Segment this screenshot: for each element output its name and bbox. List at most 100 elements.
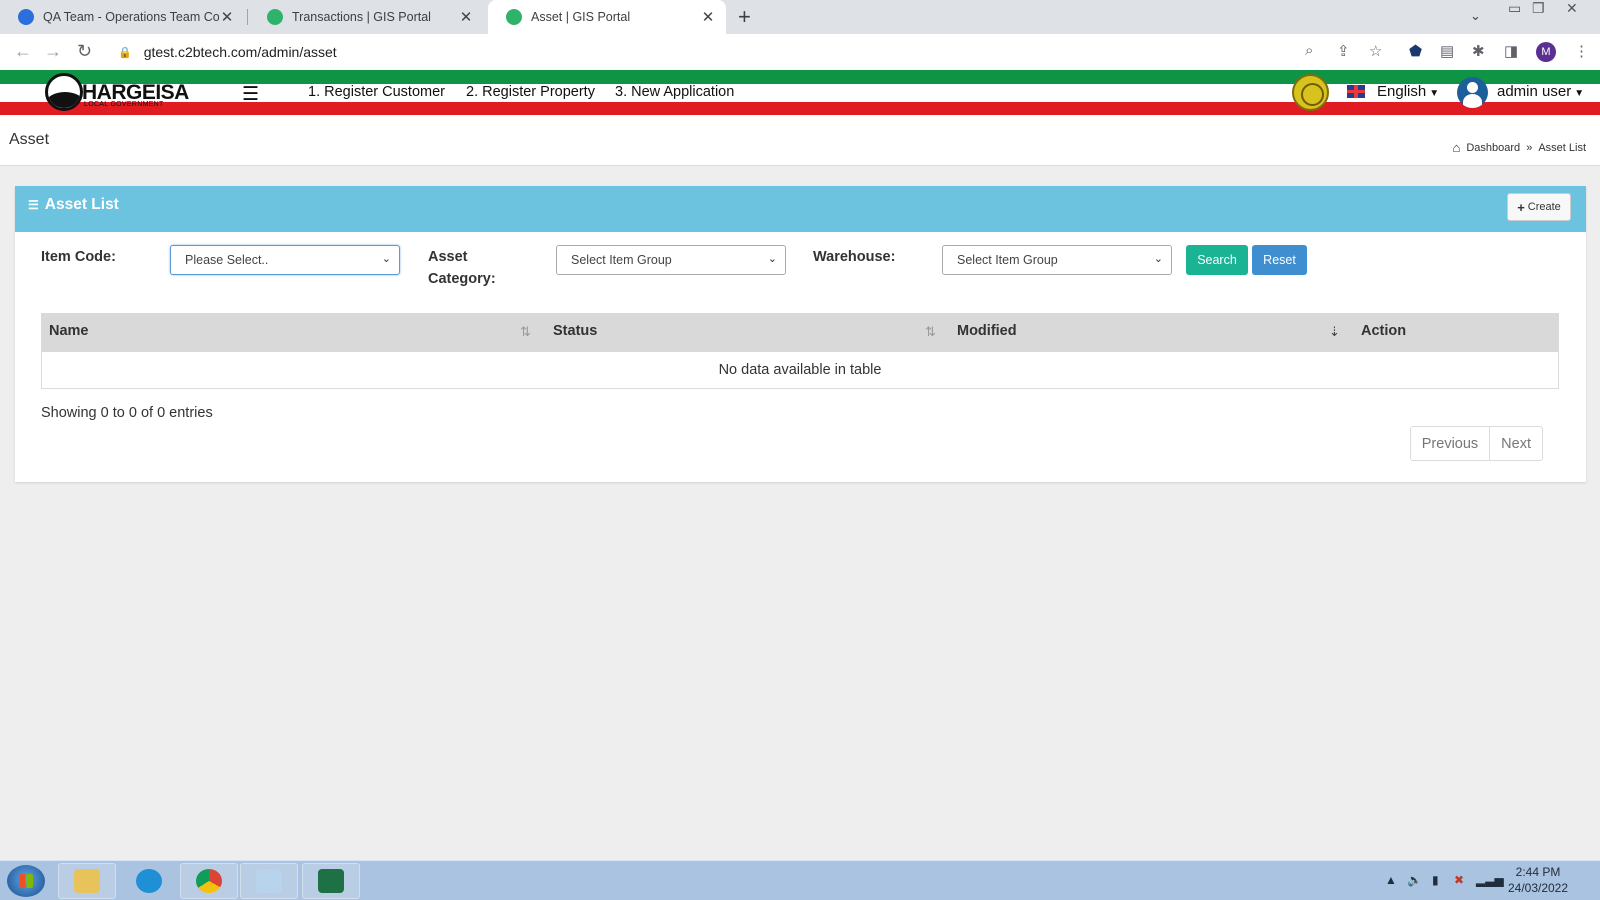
reload-icon[interactable]: ↻ (77, 41, 92, 62)
reset-button[interactable]: Reset (1252, 245, 1307, 275)
taskbar-file-explorer[interactable] (58, 863, 116, 899)
search-button[interactable]: Search (1186, 245, 1248, 275)
caret-down-icon: ▼ (1574, 88, 1585, 99)
browser-toolbar: ← → ↻ 🔒 gtest.c2btech.com/admin/asset ⌕ … (0, 34, 1600, 70)
tab-title: Asset | GIS Portal (531, 10, 631, 24)
network-error-icon[interactable]: ✖ (1454, 873, 1464, 887)
column-action: Action (1361, 323, 1407, 339)
notepad-icon (256, 869, 282, 893)
language-label: English (1377, 83, 1427, 100)
item-code-label: Item Code: (41, 249, 116, 265)
create-label: Create (1527, 201, 1561, 213)
hamburger-menu-icon[interactable]: ☰ (242, 83, 259, 106)
asset-table: Name ⇅ Status ⇅ Modified ⇣ Action No dat… (41, 313, 1559, 389)
extension-shield-icon[interactable]: ⬟ (1409, 42, 1422, 60)
new-tab-icon[interactable]: + (738, 4, 751, 30)
chrome-icon (196, 869, 222, 893)
uk-flag-icon (1347, 85, 1365, 98)
sort-icon[interactable]: ⇅ (520, 324, 531, 340)
menu-register-customer[interactable]: 1. Register Customer (308, 84, 445, 100)
tab-favicon-icon (267, 9, 283, 25)
restore-icon[interactable]: ❐ (1532, 0, 1545, 17)
logo-subtitle: LOCAL GOVERNMENT (84, 101, 164, 108)
menu-new-application[interactable]: 3. New Application (615, 84, 734, 100)
browser-menu-icon[interactable]: ⋮ (1574, 42, 1589, 60)
asset-category-label-line1: Asset (428, 249, 468, 265)
back-icon[interactable]: ← (14, 41, 32, 62)
column-status[interactable]: Status (553, 323, 597, 339)
column-name[interactable]: Name (49, 323, 89, 339)
page-header: Asset ⌂ Dashboard » Asset List (0, 115, 1600, 166)
pagination: Previous Next (1409, 426, 1543, 461)
taskbar-excel[interactable] (302, 863, 360, 899)
table-info: Showing 0 to 0 of 0 entries (41, 405, 213, 421)
tab-separator (247, 9, 248, 25)
tab-favicon-icon (506, 9, 522, 25)
tab-title: Transactions | GIS Portal (292, 10, 431, 24)
hargeisa-logo-icon[interactable] (45, 73, 83, 111)
address-bar[interactable]: 🔒 gtest.c2btech.com/admin/asset (110, 38, 1340, 66)
breadcrumb-asset-list: Asset List (1538, 141, 1586, 154)
card-header: ☰ Asset List + Create (15, 186, 1586, 232)
extension-clipboard-icon[interactable]: ▤ (1440, 42, 1454, 60)
zoom-icon[interactable]: ⌕ (1305, 42, 1313, 59)
previous-page-button[interactable]: Previous (1411, 427, 1489, 460)
minimize-icon[interactable]: ▭ (1508, 0, 1521, 17)
windows-start-icon[interactable] (7, 865, 45, 897)
breadcrumb-dashboard[interactable]: Dashboard (1466, 142, 1520, 154)
plus-icon: + (1517, 199, 1525, 215)
asset-category-label: Asset Category: (428, 246, 496, 290)
page-title: Asset (9, 131, 50, 148)
menu-register-property[interactable]: 2. Register Property (466, 84, 595, 100)
next-page-button[interactable]: Next (1489, 427, 1542, 460)
extensions-puzzle-icon[interactable]: ✱ (1472, 42, 1485, 60)
item-code-select[interactable]: Please Select.. ⌄ (170, 245, 400, 275)
taskbar-clock[interactable]: 2:44 PM 24/03/2022 (1500, 864, 1576, 896)
asset-category-select[interactable]: Select Item Group ⌄ (556, 245, 786, 275)
show-hidden-icons-icon[interactable]: ▲ (1385, 873, 1397, 887)
user-dropdown[interactable]: admin user ▼ (1497, 83, 1584, 100)
warehouse-label: Warehouse: (813, 249, 896, 265)
user-name: admin user (1497, 83, 1572, 100)
create-button[interactable]: + Create (1507, 193, 1571, 221)
taskbar-edge[interactable] (120, 863, 178, 899)
chevron-down-icon: ⌄ (381, 253, 391, 265)
home-icon: ⌂ (1452, 140, 1461, 155)
chevron-down-icon: ⌄ (767, 253, 777, 265)
excel-icon (318, 869, 344, 893)
list-icon: ☰ (28, 198, 39, 212)
taskbar-notepad[interactable] (240, 863, 298, 899)
breadcrumb: ⌂ Dashboard » Asset List (1453, 140, 1587, 155)
profile-avatar[interactable]: M (1536, 42, 1556, 62)
chevron-down-icon: ⌄ (1153, 253, 1163, 265)
folder-icon (74, 869, 100, 893)
edge-icon (136, 869, 162, 893)
clock-time: 2:44 PM (1515, 865, 1561, 879)
browser-tab-transactions[interactable]: Transactions | GIS Portal ✕ (249, 0, 484, 34)
warehouse-select[interactable]: Select Item Group ⌄ (942, 245, 1172, 275)
asset-list-card: ☰ Asset List + Create Item Code: Please … (15, 186, 1586, 482)
share-icon[interactable]: ⇪ (1337, 42, 1350, 60)
forward-icon[interactable]: → (44, 41, 62, 62)
asset-category-label-line2: Category: (428, 271, 496, 287)
tab-search-chevron-icon[interactable]: ⌄ (1470, 8, 1481, 24)
browser-tab-asset[interactable]: Asset | GIS Portal ✕ (488, 0, 726, 34)
column-modified[interactable]: Modified (957, 323, 1017, 339)
browser-tab-qa-team[interactable]: QA Team - Operations Team Coll ✕ (0, 0, 245, 34)
window-close-icon[interactable]: ✕ (1566, 0, 1578, 17)
card-title: ☰ Asset List (28, 196, 119, 214)
clock-date: 24/03/2022 (1507, 881, 1569, 895)
sort-icon[interactable]: ⇅ (925, 324, 936, 340)
volume-icon[interactable]: 🔈 (1407, 873, 1422, 887)
close-tab-icon[interactable]: ✕ (700, 8, 716, 26)
close-tab-icon[interactable]: ✕ (458, 8, 474, 26)
bookmark-star-icon[interactable]: ☆ (1369, 42, 1382, 60)
language-dropdown[interactable]: English ▼ (1377, 83, 1439, 100)
side-panel-icon[interactable]: ◨ (1504, 42, 1518, 60)
taskbar-chrome[interactable] (180, 863, 238, 899)
user-avatar-icon[interactable] (1457, 77, 1488, 108)
battery-icon[interactable]: ▮ (1432, 873, 1439, 887)
sort-desc-icon[interactable]: ⇣ (1329, 324, 1340, 340)
close-tab-icon[interactable]: ✕ (219, 8, 235, 26)
windows-taskbar: ▲ 🔈 ▮ ✖ ▂▃▅ 2:44 PM 24/03/2022 (0, 860, 1600, 900)
